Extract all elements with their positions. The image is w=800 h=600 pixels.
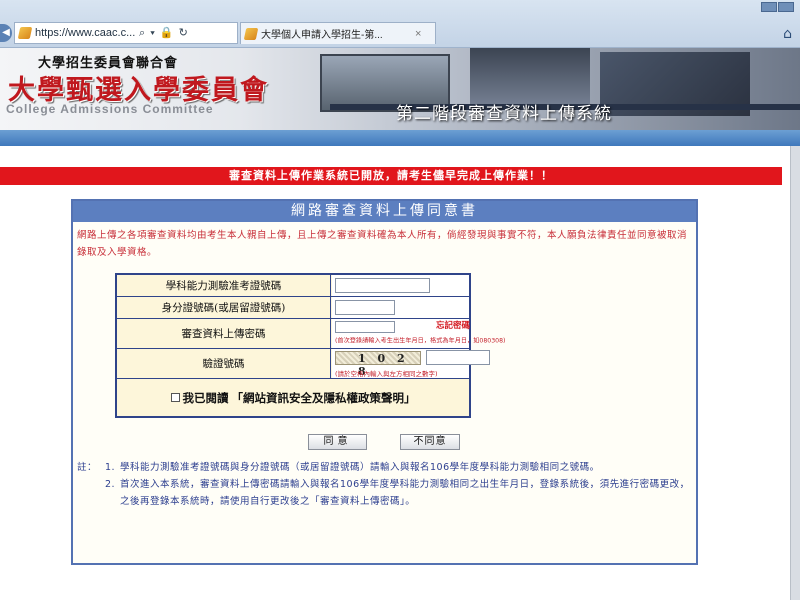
notes-lead: 註： [77,462,98,473]
tab-favicon-icon [243,27,259,40]
address-bar[interactable]: https://www.caac.c... ⌕ ▾ 🔒 ↻ [14,22,238,44]
exam-id-input[interactable] [335,278,430,293]
captcha-label: 驗證號碼 [117,349,331,378]
captcha-image: 1 0 2 8 [335,351,421,378]
password-hint: (首次登錄請輸入考生出生年月日，格式為年月日，如080308) [335,336,506,345]
window-controls [761,2,794,12]
system-name: 第二階段審查資料上傳系統 [396,104,612,124]
note-number: 1. [105,462,116,473]
captcha-input[interactable] [426,350,490,365]
form-row-exam-id: 學科能力測驗准考證號碼 [117,275,469,297]
note-item: 註： 1. 學科能力測驗准考證號碼與身分證號碼（或居留證號碼）請輸入與報名106… [77,459,693,476]
panel-title: 網路審查資料上傳同意書 [73,201,696,222]
form-row-national-id: 身分證號碼(或居留證號碼) [117,297,469,319]
form-row-consent: 我已閱讀 「網站資訊安全及隱私權政策聲明」 [117,379,469,416]
national-id-label: 身分證號碼(或居留證號碼) [117,297,331,318]
address-url[interactable]: https://www.caac.c... [35,27,135,39]
captcha-hint: (請於空格內輸入與左方相同之數字) [335,370,438,378]
header-band [0,130,800,146]
minimize-icon[interactable] [761,2,777,12]
consent-checkbox[interactable] [170,393,180,402]
banner-subtitle: College Admissions Committee [6,102,214,116]
login-form: 學科能力測驗准考證號碼 身分證號碼(或居留證號碼) 審查資料上傳密碼 忘記密碼 … [115,273,505,418]
page-favicon-icon [17,27,33,39]
site-banner: 大學招生委員會聯合會 大學甄選入學委員會 College Admissions … [0,48,800,130]
notes-section: 註： 1. 學科能力測驗准考證號碼與身分證號碼（或居留證號碼）請輸入與報名106… [77,459,693,510]
privacy-policy-link[interactable]: 「網站資訊安全及隱私權政策聲明」 [232,390,416,406]
form-row-password: 審查資料上傳密碼 忘記密碼 (首次登錄請輸入考生出生年月日，格式為年月日，如08… [117,319,505,349]
home-icon[interactable]: ⌂ [783,26,792,42]
password-label: 審查資料上傳密碼 [117,319,331,348]
browser-toolbar: ◀ https://www.caac.c... ⌕ ▾ 🔒 ↻ 大學個人申請入學… [0,0,800,48]
note-item: 2. 首次進入本系統，審查資料上傳密碼請輸入與報名106學年度學科能力測驗相同之… [77,476,693,510]
disagree-button[interactable]: 不同意 [400,434,460,450]
browser-tab[interactable]: 大學個人申請入學招生-第... × [240,22,436,44]
exam-id-label: 學科能力測驗准考證號碼 [117,275,331,296]
consent-label: 我已閱讀 [182,390,229,405]
form-row-captcha: 驗證號碼 1 0 2 8 (請於空格內輸入與左方相同之數字) [117,349,490,379]
note-text: 首次進入本系統，審查資料上傳密碼請輸入與報名106學年度學科能力測驗相同之出生年… [120,479,690,507]
forgot-password-link[interactable]: 忘記密碼 [436,319,470,331]
note-number: 2. [105,479,116,490]
page-scrollbar[interactable] [790,146,800,600]
password-input[interactable] [335,321,395,333]
tab-close-icon[interactable]: × [415,28,421,40]
back-button[interactable]: ◀ [0,24,12,42]
maximize-icon[interactable] [778,2,794,12]
agree-button[interactable]: 同意 [308,434,367,450]
note-text: 學科能力測驗准考證號碼與身分證號碼（或居留證號碼）請輸入與報名106學年度學科能… [120,462,600,473]
tab-title: 大學個人申請入學招生-第... [261,30,383,41]
address-tools[interactable]: ⌕ ▾ 🔒 ↻ [139,26,189,40]
notice-banner: 審查資料上傳作業系統已開放，請考生儘早完成上傳作業！！ [0,167,782,185]
consent-panel: 網路審查資料上傳同意書 網路上傳之各項審查資料均由考生本人親自上傳，且上傳之審查… [71,199,698,565]
national-id-input[interactable] [335,300,395,315]
agreement-text: 網路上傳之各項審查資料均由考生本人親自上傳，且上傳之審查資料確為本人所有，倘經發… [77,230,688,258]
